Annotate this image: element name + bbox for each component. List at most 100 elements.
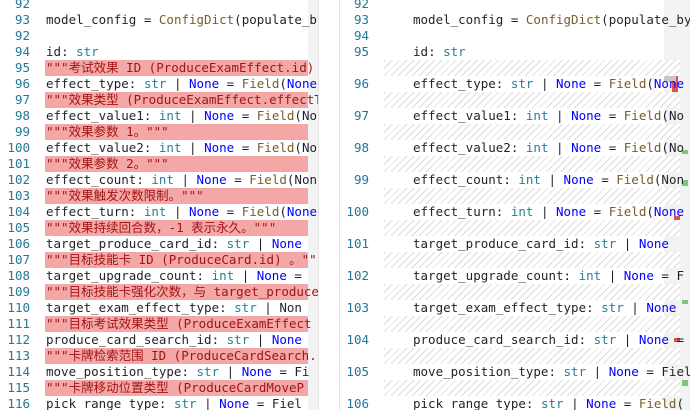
- line-number: 98: [353, 140, 369, 155]
- code-text: target_exam_effect_type: str | None: [413, 300, 677, 315]
- code-line[interactable]: 101 target_produce_card_id: str | None: [340, 236, 690, 252]
- code-line[interactable]: 102 effect_count: int | None = Field(Non: [0, 172, 318, 188]
- code-line[interactable]: 92: [0, 28, 318, 44]
- line-number: 104: [346, 332, 369, 347]
- diff-filler-hatch: [384, 188, 680, 204]
- removed-line[interactable]: 103 """效果触发次数限制。""": [0, 188, 318, 204]
- code-line[interactable]: 103 target_exam_effect_type: str | None: [340, 300, 690, 316]
- code-line[interactable]: 94 id: str: [0, 44, 318, 60]
- line-number: 105: [346, 364, 369, 379]
- line-number: 94: [14, 44, 30, 59]
- code-line[interactable]: 112 produce_card_search_id: str | None: [0, 332, 318, 348]
- code-text: effect_type: str | None = Field(None: [46, 76, 318, 91]
- code-line[interactable]: 96 effect_type: str | None = Field(None: [0, 76, 318, 92]
- removed-line[interactable]: 95 """考试效果 ID (ProduceExamEffect.id): [0, 60, 318, 76]
- removed-line[interactable]: 97 """效果类型 (ProduceExamEffect.effectTy: [0, 92, 318, 108]
- code-text: produce_card_search_id: str | None =: [413, 332, 684, 347]
- line-number: 109: [7, 284, 30, 299]
- line-number: 101: [346, 236, 369, 251]
- removed-line[interactable]: 109 """目标技能卡强化次数，与 target_produce: [0, 284, 318, 300]
- removed-line[interactable]: 99 """效果参数 1。""": [0, 124, 318, 140]
- diff-filler-line: [340, 124, 690, 140]
- code-line[interactable]: 100 effect_turn: int | None = Field(None: [340, 204, 690, 220]
- code-text: """效果持续回合数，-1 表示永久。""": [46, 220, 277, 235]
- diff-filler-hatch: [384, 316, 680, 332]
- diff-filler-line: [340, 348, 690, 364]
- line-number: 94: [353, 28, 369, 43]
- code-line[interactable]: 96 effect_type: str | None = Field(None: [340, 76, 690, 92]
- code-text: effect_value2: int | None = Field(No: [46, 140, 318, 155]
- code-line[interactable]: 95 id: str: [340, 44, 690, 60]
- code-text: """效果参数 1。""": [46, 124, 169, 139]
- diff-filler-hatch: [384, 348, 680, 364]
- line-number: 103: [346, 300, 369, 315]
- line-number: 100: [7, 140, 30, 155]
- diff-filler-hatch: [384, 284, 680, 300]
- removed-line[interactable]: 101 """效果参数 2。""": [0, 156, 318, 172]
- code-line[interactable]: 99 effect_count: int | None = Field(Non: [340, 172, 690, 188]
- code-line[interactable]: 110 target_exam_effect_type: str | Non: [0, 300, 318, 316]
- line-number: 96: [353, 76, 369, 91]
- code-line[interactable]: 98 effect_value2: int | None = Field(No: [340, 140, 690, 156]
- code-line[interactable]: 100 effect_value2: int | None = Field(No: [0, 140, 318, 156]
- code-line[interactable]: 114 move_position_type: str | None = Fi: [0, 364, 318, 380]
- code-line[interactable]: 104 produce_card_search_id: str | None =: [340, 332, 690, 348]
- code-line[interactable]: 98 effect_value1: int | None = Field(No: [0, 108, 318, 124]
- line-number: 102: [346, 268, 369, 283]
- diff-filler-line: [340, 220, 690, 236]
- line-number: 108: [7, 268, 30, 283]
- code-text: effect_turn: int | None = Field(None: [46, 204, 318, 219]
- diff-filler-line: [340, 252, 690, 268]
- removed-line[interactable]: 111 """目标考试效果类型 (ProduceExamEffect: [0, 316, 318, 332]
- code-line[interactable]: 93 model_config = ConfigDict(populate_by: [340, 12, 690, 28]
- code-text: """目标考试效果类型 (ProduceExamEffect: [46, 316, 312, 331]
- code-text: target_upgrade_count: int | None = F: [413, 268, 684, 283]
- code-line[interactable]: 92: [0, 0, 318, 12]
- diff-filler-hatch: [384, 124, 680, 140]
- code-text: produce_card_search_id: str | None: [46, 332, 302, 347]
- code-text: """效果参数 2。""": [46, 156, 169, 171]
- code-line[interactable]: 104 effect_turn: int | None = Field(None: [0, 204, 318, 220]
- code-text: effect_value1: int | None = Field(No: [413, 108, 685, 123]
- removed-line[interactable]: 115 """卡牌移动位置类型 (ProduceCardMoveP: [0, 380, 318, 396]
- code-text: target_produce_card_id: str | None: [413, 236, 669, 251]
- line-number: 97: [353, 108, 369, 123]
- code-text: """目标技能卡强化次数，与 target_produce: [46, 284, 318, 299]
- code-text: model_config = ConfigDict(populate_by: [46, 12, 318, 27]
- code-text: model_config = ConfigDict(populate_by: [413, 12, 690, 27]
- line-number: 92: [14, 28, 30, 43]
- line-number: 106: [346, 396, 369, 410]
- diff-filler-hatch: [384, 380, 680, 396]
- code-line[interactable]: 106 target_produce_card_id: str | None: [0, 236, 318, 252]
- line-number: 112: [7, 332, 30, 347]
- code-text: effect_value2: int | None = Field(No: [413, 140, 685, 155]
- diff-filler-hatch: [384, 156, 680, 172]
- code-line[interactable]: 93 model_config = ConfigDict(populate_by: [0, 12, 318, 28]
- diff-filler-line: [340, 92, 690, 108]
- code-line[interactable]: 105 move_position_type: str | None = Fiel: [340, 364, 690, 380]
- line-number: 105: [7, 220, 30, 235]
- line-number: 103: [7, 188, 30, 203]
- code-text: move_position_type: str | None = Fiel: [413, 364, 690, 379]
- line-number: 111: [7, 316, 30, 331]
- code-line[interactable]: 116 pick_range_type: str | None = Fiel: [0, 396, 318, 410]
- code-line[interactable]: 94: [340, 28, 690, 44]
- line-number: 99: [353, 172, 369, 187]
- code-line[interactable]: 108 target_upgrade_count: int | None =: [0, 268, 318, 284]
- line-number: 97: [14, 92, 30, 107]
- diff-right-pane[interactable]: 92 93 model_config = ConfigDict(populate_b…: [340, 0, 690, 410]
- line-number: 92: [353, 0, 369, 11]
- removed-line[interactable]: 113 """卡牌检索范围 ID (ProduceCardSearch.: [0, 348, 318, 364]
- code-text: """效果触发次数限制。""": [46, 188, 204, 203]
- removed-line[interactable]: 107 """目标技能卡 ID (ProduceCard.id) 。""": [0, 252, 318, 268]
- code-text: """效果类型 (ProduceExamEffect.effectTy: [46, 92, 318, 107]
- code-line[interactable]: 92: [340, 0, 690, 12]
- code-text: target_upgrade_count: int | None =: [46, 268, 302, 283]
- diff-left-pane[interactable]: 92 93 model_config = ConfigDict(populate_b…: [0, 0, 318, 410]
- line-number: 106: [7, 236, 30, 251]
- code-line[interactable]: 102 target_upgrade_count: int | None = F: [340, 268, 690, 284]
- code-line[interactable]: 97 effect_value1: int | None = Field(No: [340, 108, 690, 124]
- line-number: 92: [14, 0, 30, 11]
- code-line[interactable]: 106 pick_range_type: str | None = Field(: [340, 396, 690, 410]
- removed-line[interactable]: 105 """效果持续回合数，-1 表示永久。""": [0, 220, 318, 236]
